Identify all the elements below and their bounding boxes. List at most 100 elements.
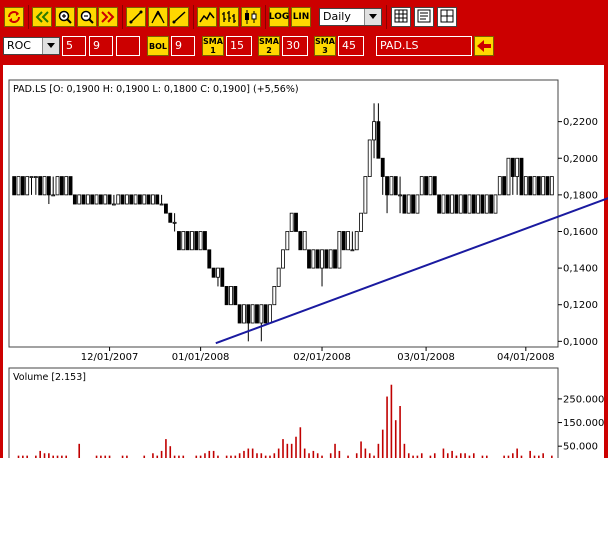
candle-body: [441, 194, 446, 214]
x-tick-label: 12/01/2007: [81, 352, 139, 363]
candle: [77, 194, 82, 205]
volume-bar: [364, 448, 367, 458]
volume-bar: [212, 450, 215, 458]
candle: [164, 203, 168, 214]
volume-bar: [277, 448, 280, 458]
volume-bar: [169, 446, 172, 458]
candle: [94, 194, 99, 205]
candle-body: [246, 304, 251, 324]
x-tick-label: 04/01/2008: [497, 352, 555, 363]
candle: [450, 194, 455, 214]
price-y-axis: 0,2200 0,2000 0,1800 0,1600 0,1400 0,1200 0,10…: [558, 117, 598, 348]
volume-bar: [394, 420, 397, 458]
volume-bar: [377, 443, 380, 458]
candle-body: [194, 231, 199, 251]
candle-body: [168, 212, 173, 223]
candle: [263, 304, 268, 324]
vol-y-tick-label: 150.000: [563, 418, 604, 429]
volume-bar: [381, 429, 384, 458]
candle-body: [12, 176, 17, 196]
candle-body: [298, 231, 303, 251]
candle: [359, 212, 363, 232]
candle-body: [528, 176, 533, 196]
candle-body: [177, 231, 181, 251]
candle-body: [510, 157, 515, 177]
candle-body: [42, 176, 47, 196]
candle: [341, 231, 346, 251]
candle: [146, 194, 151, 205]
candle: [285, 231, 290, 251]
candle-body: [198, 231, 203, 251]
candle-body: [432, 176, 437, 196]
volume-bar: [251, 448, 254, 458]
candle-body: [250, 304, 255, 324]
candle-body: [419, 176, 424, 196]
candle: [72, 194, 77, 205]
candle: [194, 231, 199, 251]
candle: [346, 231, 350, 251]
candle: [545, 176, 550, 196]
y-tick-label: 0,1600: [563, 227, 598, 238]
candle-body: [532, 176, 537, 196]
candle-body: [103, 194, 108, 205]
candle: [16, 176, 21, 196]
candle-body: [393, 176, 398, 196]
candle: [207, 249, 212, 269]
candle-body: [437, 194, 442, 214]
candle-body: [545, 176, 550, 196]
candle: [302, 231, 307, 251]
vol-y-tick-label: 50.000: [563, 442, 598, 453]
volume-bar: [338, 450, 341, 458]
candle-body: [185, 231, 190, 251]
candle: [536, 176, 541, 196]
candle: [137, 194, 142, 205]
candle: [12, 176, 17, 196]
candle: [177, 231, 181, 251]
candle-body: [406, 194, 411, 214]
candle-body: [320, 249, 324, 269]
candle-body: [116, 194, 121, 205]
candle: [268, 304, 272, 324]
volume-bar: [299, 427, 302, 458]
candle: [541, 176, 546, 196]
candle-body: [372, 121, 376, 141]
candle-body: [81, 194, 86, 205]
candle-body: [33, 176, 38, 178]
volume-bar: [390, 384, 393, 458]
price-title: PAD.LS [O: 0,1900 H: 0,1900 L: 0,1800 C:…: [13, 84, 299, 95]
candle: [220, 267, 225, 287]
candle-body: [90, 194, 95, 205]
candle-body: [376, 121, 381, 159]
candle: [25, 176, 30, 196]
y-tick-label: 0,2000: [563, 154, 598, 165]
y-tick-label: 0,1200: [563, 300, 598, 311]
candle: [363, 176, 368, 214]
candle-body: [59, 176, 64, 196]
candle-body: [402, 194, 407, 214]
candle-body: [137, 194, 142, 205]
candle: [120, 194, 125, 205]
candle-body: [428, 176, 433, 196]
candle-body: [450, 194, 455, 214]
candle: [484, 194, 489, 214]
x-tick-label: 02/01/2008: [293, 352, 351, 363]
candle-body: [255, 304, 259, 324]
price-x-axis: 12/01/2007 01/01/2008 02/01/2008 03/01/2008…: [81, 347, 555, 363]
candle: [307, 249, 311, 269]
candle-body: [398, 194, 402, 197]
volume-bar: [386, 396, 388, 458]
candle-body: [549, 176, 554, 196]
candle-body: [151, 194, 155, 205]
candle-body: [85, 194, 90, 205]
candle: [549, 176, 554, 196]
volume-bar: [78, 443, 81, 458]
candle: [411, 194, 415, 214]
volume-title: Volume [2.153]: [13, 372, 86, 383]
candle-body: [458, 194, 463, 214]
candle: [289, 212, 294, 232]
candle: [190, 231, 194, 251]
candle: [64, 176, 69, 196]
candle: [393, 176, 398, 196]
candle: [151, 194, 155, 205]
candle: [519, 157, 524, 196]
